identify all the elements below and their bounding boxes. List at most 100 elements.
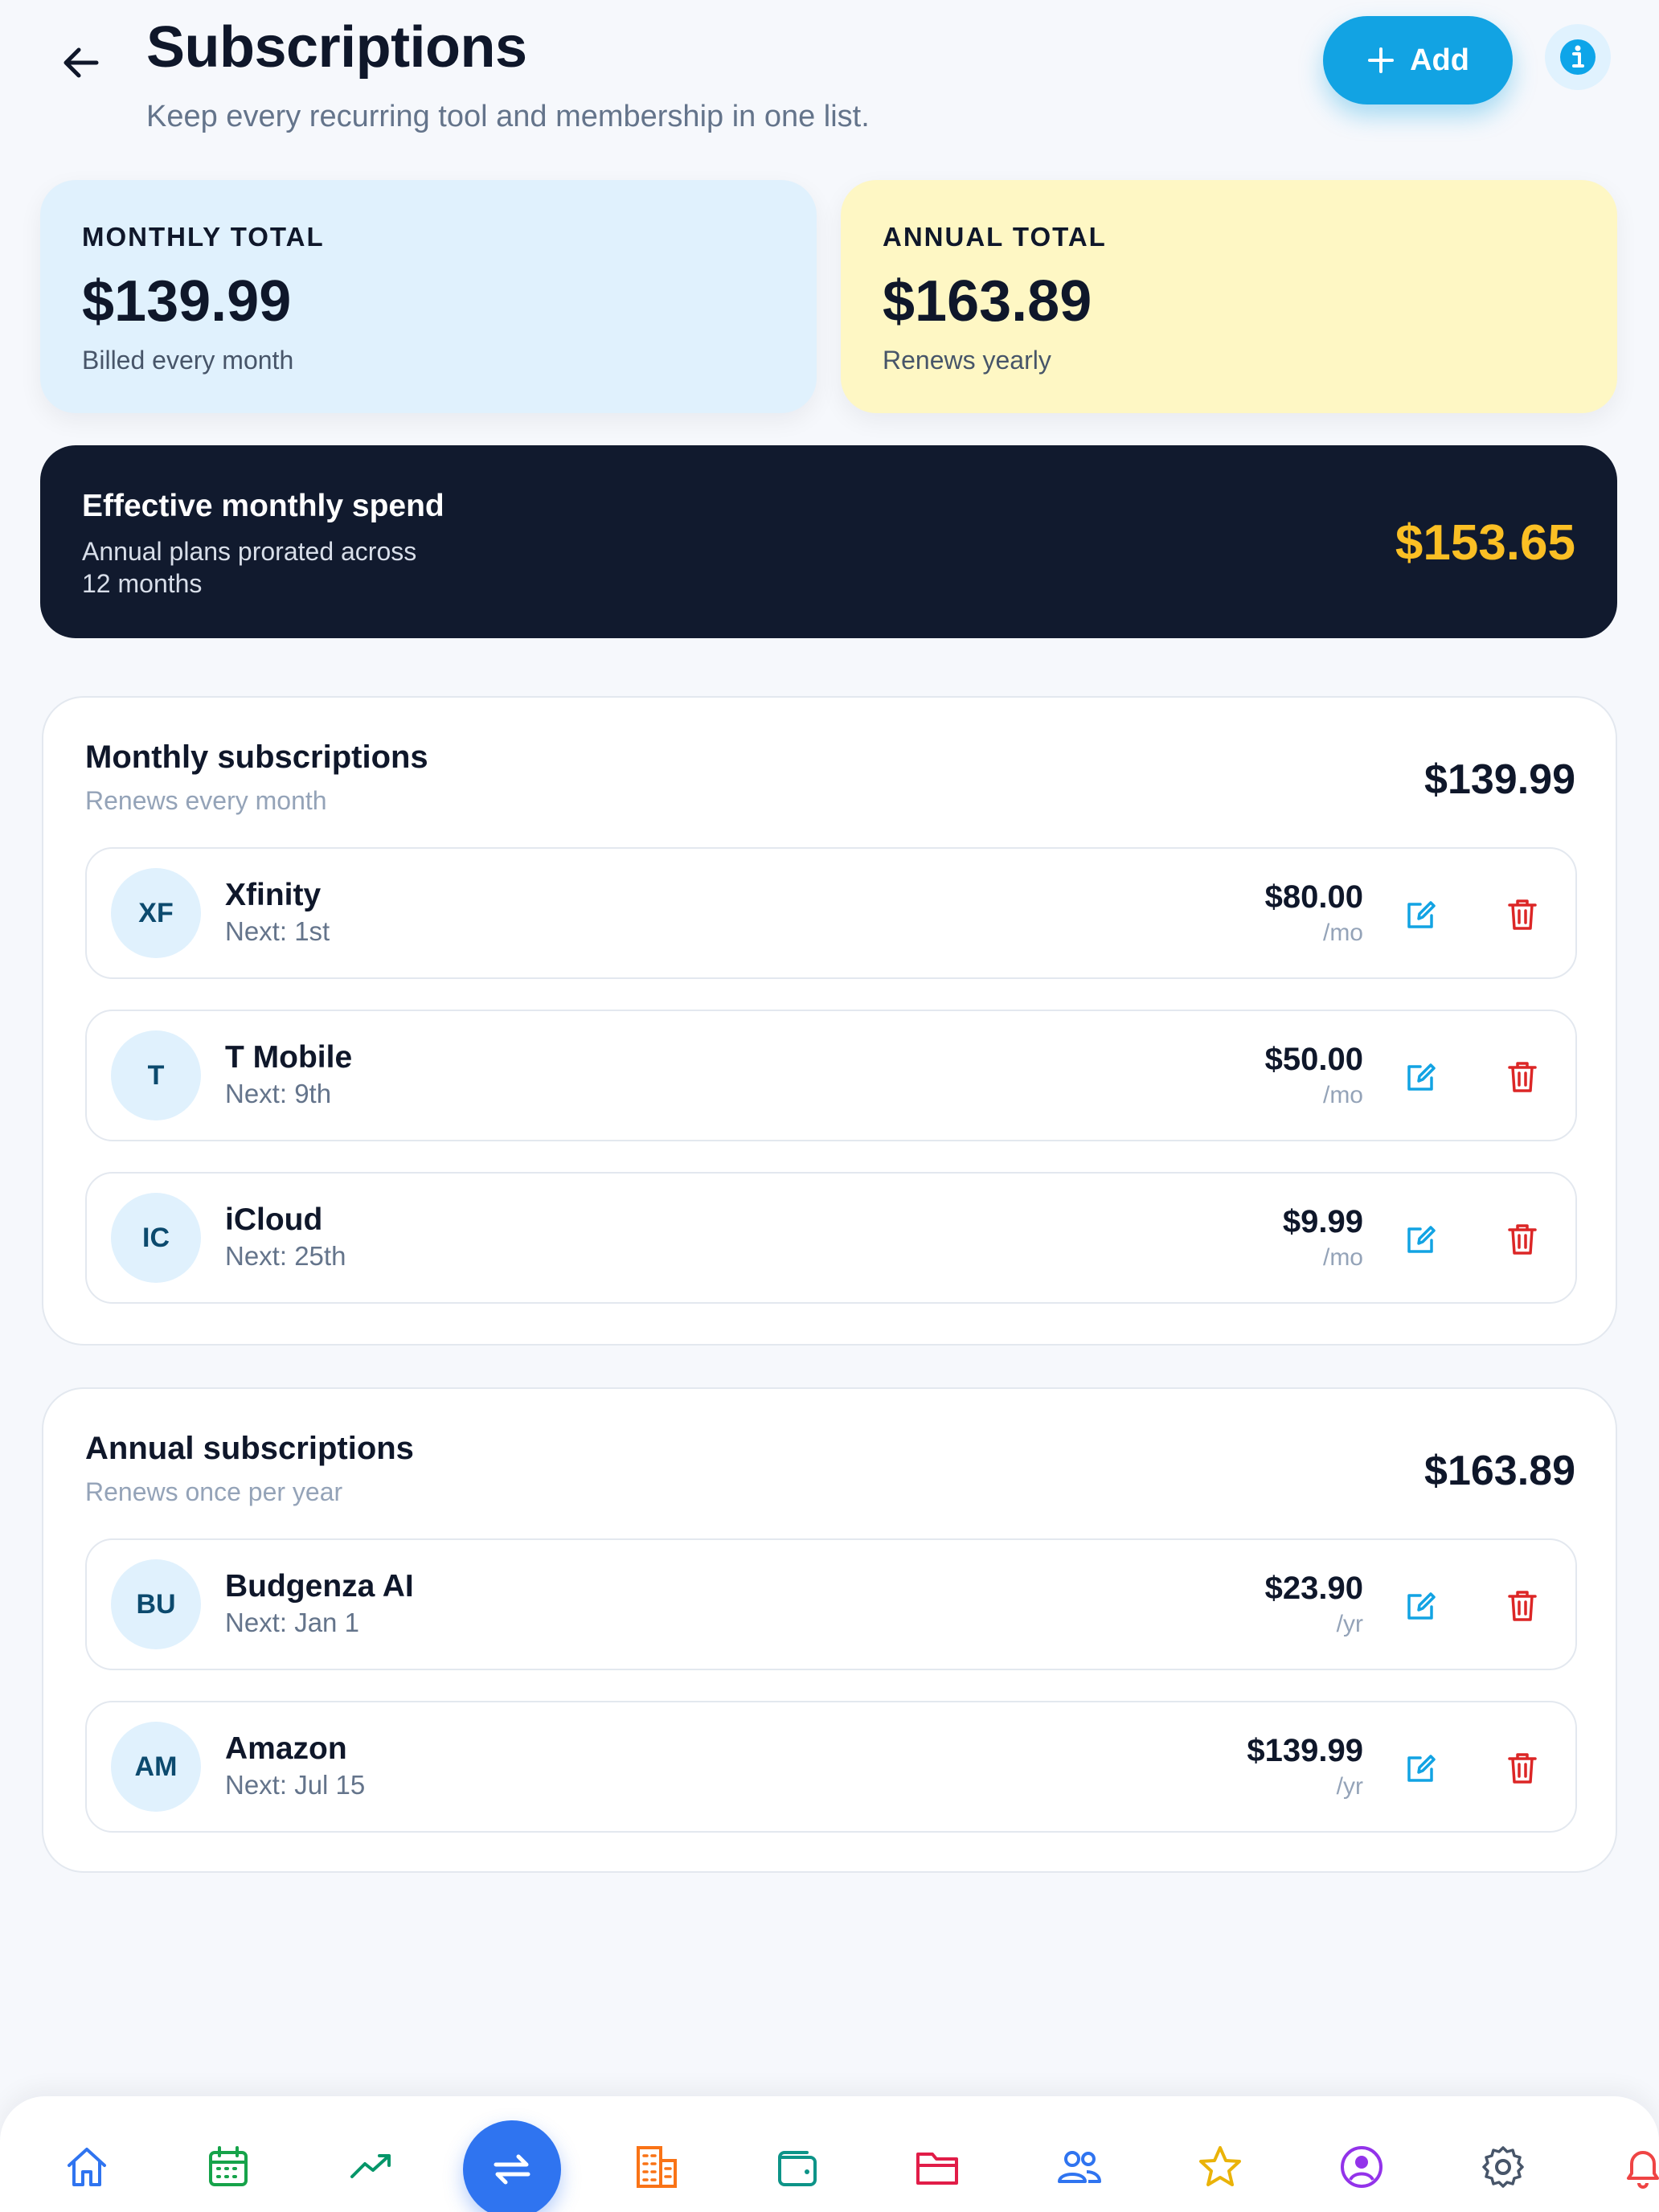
monthly-subscriptions-section: Monthly subscriptions Renews every month… xyxy=(42,696,1617,1346)
nav-notifications[interactable] xyxy=(1611,2135,1659,2199)
avatar: BU xyxy=(111,1559,201,1649)
subscription-name: T Mobile xyxy=(225,1040,353,1075)
settings-icon xyxy=(1482,2146,1524,2188)
page-header: Subscriptions Keep every recurring tool … xyxy=(0,0,1659,169)
star-icon xyxy=(1199,2146,1241,2186)
subscription-name: iCloud xyxy=(225,1202,323,1237)
subscription-amount: $9.99 xyxy=(1282,1204,1363,1239)
nav-home[interactable] xyxy=(55,2135,119,2199)
subscription-row[interactable]: BU Budgenza AI Next: Jan 1 $23.90 /yr xyxy=(85,1538,1577,1670)
edit-icon xyxy=(1407,1226,1436,1253)
subscription-name: Xfinity xyxy=(225,878,322,912)
delete-button[interactable] xyxy=(1501,1056,1543,1098)
edit-button[interactable] xyxy=(1400,1585,1442,1627)
trash-icon xyxy=(1508,1224,1537,1255)
nav-calendar[interactable] xyxy=(196,2135,260,2199)
wallet-icon xyxy=(778,2151,817,2186)
edit-icon xyxy=(1407,1063,1436,1091)
effective-spend-description: Annual plans prorated across 12 months xyxy=(82,537,417,598)
trash-icon xyxy=(1508,899,1537,930)
nav-transactions[interactable] xyxy=(463,2120,561,2212)
trash-icon xyxy=(1508,1062,1537,1092)
subscription-row[interactable]: T T Mobile Next: 9th $50.00 /mo xyxy=(85,1010,1577,1141)
avatar: T xyxy=(111,1030,201,1120)
edit-icon xyxy=(1407,901,1436,928)
subscription-next: Next: 9th xyxy=(225,1079,332,1108)
monthly-total-value: $139.99 xyxy=(82,269,292,334)
section-subtitle: Renews every month xyxy=(85,786,327,815)
back-button[interactable] xyxy=(50,39,111,87)
delete-button[interactable] xyxy=(1501,894,1543,936)
annual-subscriptions-section: Annual subscriptions Renews once per yea… xyxy=(42,1387,1617,1873)
transfer-icon xyxy=(494,2154,530,2185)
user-circle-icon xyxy=(1341,2146,1382,2188)
monthly-total-card: MONTHLY TOTAL $139.99 Billed every month xyxy=(40,180,817,413)
subscription-period: /yr xyxy=(1336,1611,1363,1637)
annual-total-card: ANNUAL TOTAL $163.89 Renews yearly xyxy=(841,180,1617,413)
subscription-period: /yr xyxy=(1336,1773,1363,1800)
nav-settings[interactable] xyxy=(1471,2135,1535,2199)
subscription-amount: $80.00 xyxy=(1264,879,1363,915)
subscription-next: Next: Jan 1 xyxy=(225,1608,359,1637)
edit-button[interactable] xyxy=(1400,894,1442,936)
nav-wallet[interactable] xyxy=(765,2135,830,2199)
nav-trends[interactable] xyxy=(339,2135,403,2199)
effective-spend-title: Effective monthly spend xyxy=(82,489,444,523)
section-total: $139.99 xyxy=(1424,756,1575,803)
section-title: Annual subscriptions xyxy=(85,1431,414,1466)
nav-contacts[interactable] xyxy=(1047,2135,1111,2199)
subscription-row[interactable]: AM Amazon Next: Jul 15 $139.99 /yr xyxy=(85,1701,1577,1833)
edit-button[interactable] xyxy=(1400,1747,1442,1789)
trash-icon xyxy=(1508,1753,1537,1784)
users-icon xyxy=(1058,2151,1101,2183)
monthly-total-note: Billed every month xyxy=(82,346,294,375)
page-title: Subscriptions xyxy=(146,15,527,80)
bell-icon xyxy=(1627,2151,1659,2189)
avatar: IC xyxy=(111,1193,201,1283)
nav-favorites[interactable] xyxy=(1188,2135,1252,2199)
nav-profile[interactable] xyxy=(1329,2135,1394,2199)
bottom-nav xyxy=(0,2096,1659,2212)
trash-icon xyxy=(1508,1591,1537,1621)
nav-properties[interactable] xyxy=(624,2135,688,2199)
effective-spend-value: $153.65 xyxy=(1395,515,1575,571)
subscription-next: Next: 25th xyxy=(225,1241,346,1271)
annual-total-value: $163.89 xyxy=(883,269,1092,334)
add-button[interactable]: Add xyxy=(1323,16,1513,104)
edit-button[interactable] xyxy=(1400,1056,1442,1098)
subscription-name: Amazon xyxy=(225,1731,347,1766)
home-icon xyxy=(68,2148,106,2186)
annual-total-label: ANNUAL TOTAL xyxy=(883,222,1107,252)
subscription-period: /mo xyxy=(1322,1244,1363,1271)
trending-up-icon xyxy=(350,2154,391,2178)
subscription-name: Budgenza AI xyxy=(225,1569,414,1604)
subscription-row[interactable]: XF Xfinity Next: 1st $80.00 /mo xyxy=(85,847,1577,979)
edit-icon xyxy=(1407,1755,1436,1782)
section-subtitle: Renews once per year xyxy=(85,1477,343,1506)
section-total: $163.89 xyxy=(1424,1448,1575,1494)
subscription-next: Next: 1st xyxy=(225,916,330,946)
add-button-label: Add xyxy=(1410,43,1469,77)
arrow-left-icon xyxy=(63,47,99,78)
building-icon xyxy=(637,2146,677,2188)
edit-button[interactable] xyxy=(1400,1219,1442,1260)
calendar-icon xyxy=(209,2146,248,2186)
nav-documents[interactable] xyxy=(905,2135,969,2199)
folder-icon xyxy=(916,2153,958,2185)
edit-icon xyxy=(1407,1592,1436,1620)
avatar: AM xyxy=(111,1722,201,1812)
subscription-period: /mo xyxy=(1322,1082,1363,1108)
avatar: XF xyxy=(111,868,201,958)
info-button[interactable] xyxy=(1545,24,1611,90)
subscription-row[interactable]: IC iCloud Next: 25th $9.99 /mo xyxy=(85,1172,1577,1304)
subscription-next: Next: Jul 15 xyxy=(225,1770,366,1800)
delete-button[interactable] xyxy=(1501,1219,1543,1260)
plus-icon xyxy=(1368,47,1395,73)
subscription-period: /mo xyxy=(1322,920,1363,946)
page-subtitle: Keep every recurring tool and membership… xyxy=(146,100,870,133)
delete-button[interactable] xyxy=(1501,1747,1543,1789)
delete-button[interactable] xyxy=(1501,1585,1543,1627)
effective-spend-banner: Effective monthly spend Annual plans pro… xyxy=(40,445,1617,638)
subscription-amount: $50.00 xyxy=(1264,1042,1363,1077)
subscription-amount: $23.90 xyxy=(1264,1571,1363,1606)
